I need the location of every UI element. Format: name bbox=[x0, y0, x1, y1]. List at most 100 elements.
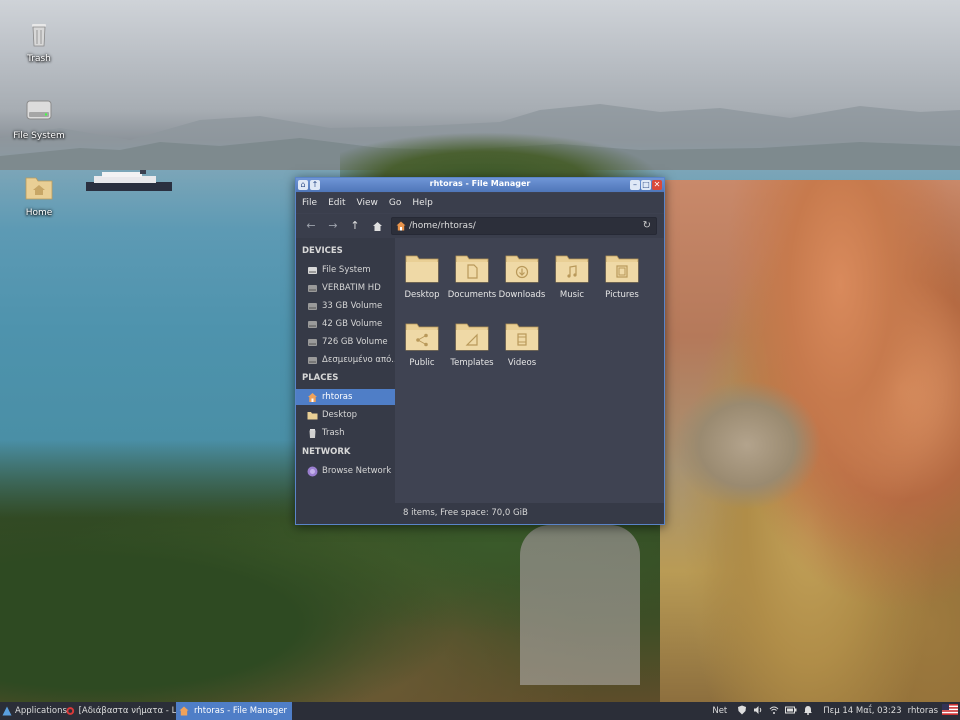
file-view[interactable]: Desktop Documents Downloads Music Pictur… bbox=[395, 238, 663, 503]
file-label: Music bbox=[559, 290, 585, 300]
folder-icon bbox=[405, 255, 439, 283]
castle bbox=[672, 380, 822, 510]
folder-desktop[interactable]: Desktop bbox=[396, 250, 448, 300]
desktop-icon-home[interactable]: Home bbox=[4, 172, 74, 218]
menu-bar: File Edit View Go Help bbox=[296, 193, 664, 213]
sidebar-item-726gb[interactable]: 726 GB Volume bbox=[296, 334, 395, 350]
volume-icon[interactable] bbox=[753, 705, 763, 718]
close-button[interactable]: ✕ bbox=[652, 180, 662, 190]
sidebar-item-label: Trash bbox=[322, 428, 345, 438]
clock[interactable]: Πεμ 14 Μαΐ, 03:23 bbox=[823, 706, 901, 716]
system-tray: Net Πεμ 14 Μαΐ, 03:23 rhtoras bbox=[712, 702, 960, 720]
location-path: /home/rhtoras/ bbox=[409, 221, 476, 231]
sidebar-item-trash[interactable]: Trash bbox=[296, 425, 395, 441]
shield-icon[interactable] bbox=[737, 705, 747, 718]
sidebar-item-desktop[interactable]: Desktop bbox=[296, 407, 395, 423]
network-monitor-label[interactable]: Net bbox=[712, 706, 727, 716]
sidebar-item-label: 726 GB Volume bbox=[322, 337, 388, 347]
drive-icon bbox=[308, 338, 317, 346]
reload-icon[interactable]: ↻ bbox=[643, 220, 651, 231]
window-title: rhtoras - File Manager bbox=[429, 179, 531, 188]
folder-templates[interactable]: Templates bbox=[446, 318, 498, 368]
home-folder-icon bbox=[396, 221, 406, 231]
user-name[interactable]: rhtoras bbox=[908, 706, 938, 716]
task-browser[interactable]: [Αδιάβαστα νήματα - Lin... bbox=[64, 702, 176, 720]
home-icon bbox=[308, 392, 317, 402]
drive-icon bbox=[308, 320, 317, 328]
wifi-icon[interactable] bbox=[769, 705, 779, 718]
sidebar-item-label: File System bbox=[322, 265, 371, 275]
sidebar-item-label: Δεσμευμένο από... bbox=[322, 355, 395, 365]
browser-icon bbox=[66, 707, 75, 715]
forward-arrow-icon[interactable]: → bbox=[326, 219, 340, 233]
status-text: 8 items, Free space: 70,0 GiB bbox=[403, 508, 528, 518]
file-label: Documents bbox=[447, 290, 497, 300]
applications-menu-button[interactable]: Applications bbox=[0, 702, 67, 720]
status-bar: 8 items, Free space: 70,0 GiB bbox=[296, 503, 664, 524]
desktop-icon-file-system[interactable]: File System bbox=[4, 95, 74, 141]
applications-label: Applications bbox=[15, 706, 67, 716]
trash-icon bbox=[32, 24, 46, 47]
file-label: Templates bbox=[450, 358, 494, 368]
sidebar-header-devices: DEVICES bbox=[302, 246, 343, 256]
maximize-button[interactable]: □ bbox=[641, 180, 651, 190]
menu-go[interactable]: Go bbox=[389, 198, 401, 208]
task-file-manager[interactable]: rhtoras - File Manager bbox=[176, 702, 292, 720]
sidebar-item-42gb[interactable]: 42 GB Volume bbox=[296, 316, 395, 332]
file-label: Desktop bbox=[404, 290, 440, 300]
menu-edit[interactable]: Edit bbox=[328, 198, 345, 208]
battery-icon[interactable] bbox=[785, 705, 797, 718]
drive-icon bbox=[308, 266, 317, 274]
sidebar-item-label: Desktop bbox=[322, 410, 358, 420]
network-icon bbox=[307, 466, 318, 476]
home-icon bbox=[179, 706, 189, 716]
up-arrow-icon[interactable]: ↑ bbox=[348, 219, 362, 233]
sidebar-item-verbatim[interactable]: VERBATIM HD bbox=[296, 280, 395, 296]
folder-documents[interactable]: Documents bbox=[446, 250, 498, 300]
file-label: Pictures bbox=[605, 290, 639, 300]
sidebar-header-places: PLACES bbox=[302, 373, 339, 383]
folder-music[interactable]: Music bbox=[546, 250, 598, 300]
file-label: Videos bbox=[507, 358, 537, 368]
music-folder-icon bbox=[555, 255, 589, 283]
location-bar[interactable]: /home/rhtoras/ ↻ bbox=[391, 217, 657, 235]
menu-file[interactable]: File bbox=[302, 198, 317, 208]
menu-view[interactable]: View bbox=[357, 198, 378, 208]
sidebar-item-file-system[interactable]: File System bbox=[296, 262, 395, 278]
sidebar: DEVICES File System VERBATIM HD 33 GB Vo… bbox=[296, 238, 395, 503]
folder-videos[interactable]: Videos bbox=[496, 318, 548, 368]
drive-icon bbox=[308, 284, 317, 292]
public-folder-icon bbox=[405, 323, 439, 351]
drive-icon bbox=[26, 100, 52, 120]
cruise-ship bbox=[86, 170, 172, 191]
sidebar-item-browse-network[interactable]: Browse Network bbox=[296, 463, 395, 479]
task-label: [Αδιάβαστα νήματα - Lin... bbox=[78, 706, 176, 716]
sidebar-item-33gb[interactable]: 33 GB Volume bbox=[296, 298, 395, 314]
task-label: rhtoras - File Manager bbox=[194, 706, 288, 716]
sidebar-item-home[interactable]: rhtoras bbox=[296, 389, 395, 405]
folder-public[interactable]: Public bbox=[396, 318, 448, 368]
sidebar-item-label: 33 GB Volume bbox=[322, 301, 383, 311]
road bbox=[520, 525, 640, 685]
file-manager-window[interactable]: ⌂ ↑ rhtoras - File Manager – □ ✕ File Ed… bbox=[295, 177, 665, 525]
minimize-button[interactable]: – bbox=[630, 180, 640, 190]
us-flag-icon[interactable] bbox=[942, 704, 958, 718]
sidebar-item-label: Browse Network bbox=[322, 466, 392, 476]
notification-bell-icon[interactable] bbox=[803, 705, 813, 718]
taskbar: Applications [Αδιάβαστα νήματα - Lin... … bbox=[0, 702, 960, 720]
home-icon[interactable] bbox=[370, 219, 384, 233]
templates-folder-icon bbox=[455, 323, 489, 351]
sidebar-header-network: NETWORK bbox=[302, 447, 351, 457]
applications-icon bbox=[2, 706, 12, 716]
desktop-icon-trash[interactable]: Trash bbox=[4, 18, 74, 64]
menu-help[interactable]: Help bbox=[412, 198, 433, 208]
documents-folder-icon bbox=[455, 255, 489, 283]
home-folder-icon bbox=[25, 177, 53, 200]
back-arrow-icon[interactable]: ← bbox=[304, 219, 318, 233]
file-label: Downloads bbox=[498, 290, 546, 300]
folder-pictures[interactable]: Pictures bbox=[596, 250, 648, 300]
drive-icon bbox=[308, 356, 317, 364]
sidebar-item-reserved[interactable]: Δεσμευμένο από... bbox=[296, 352, 395, 368]
folder-downloads[interactable]: Downloads bbox=[496, 250, 548, 300]
title-bar[interactable]: ⌂ ↑ rhtoras - File Manager – □ ✕ bbox=[296, 178, 664, 192]
